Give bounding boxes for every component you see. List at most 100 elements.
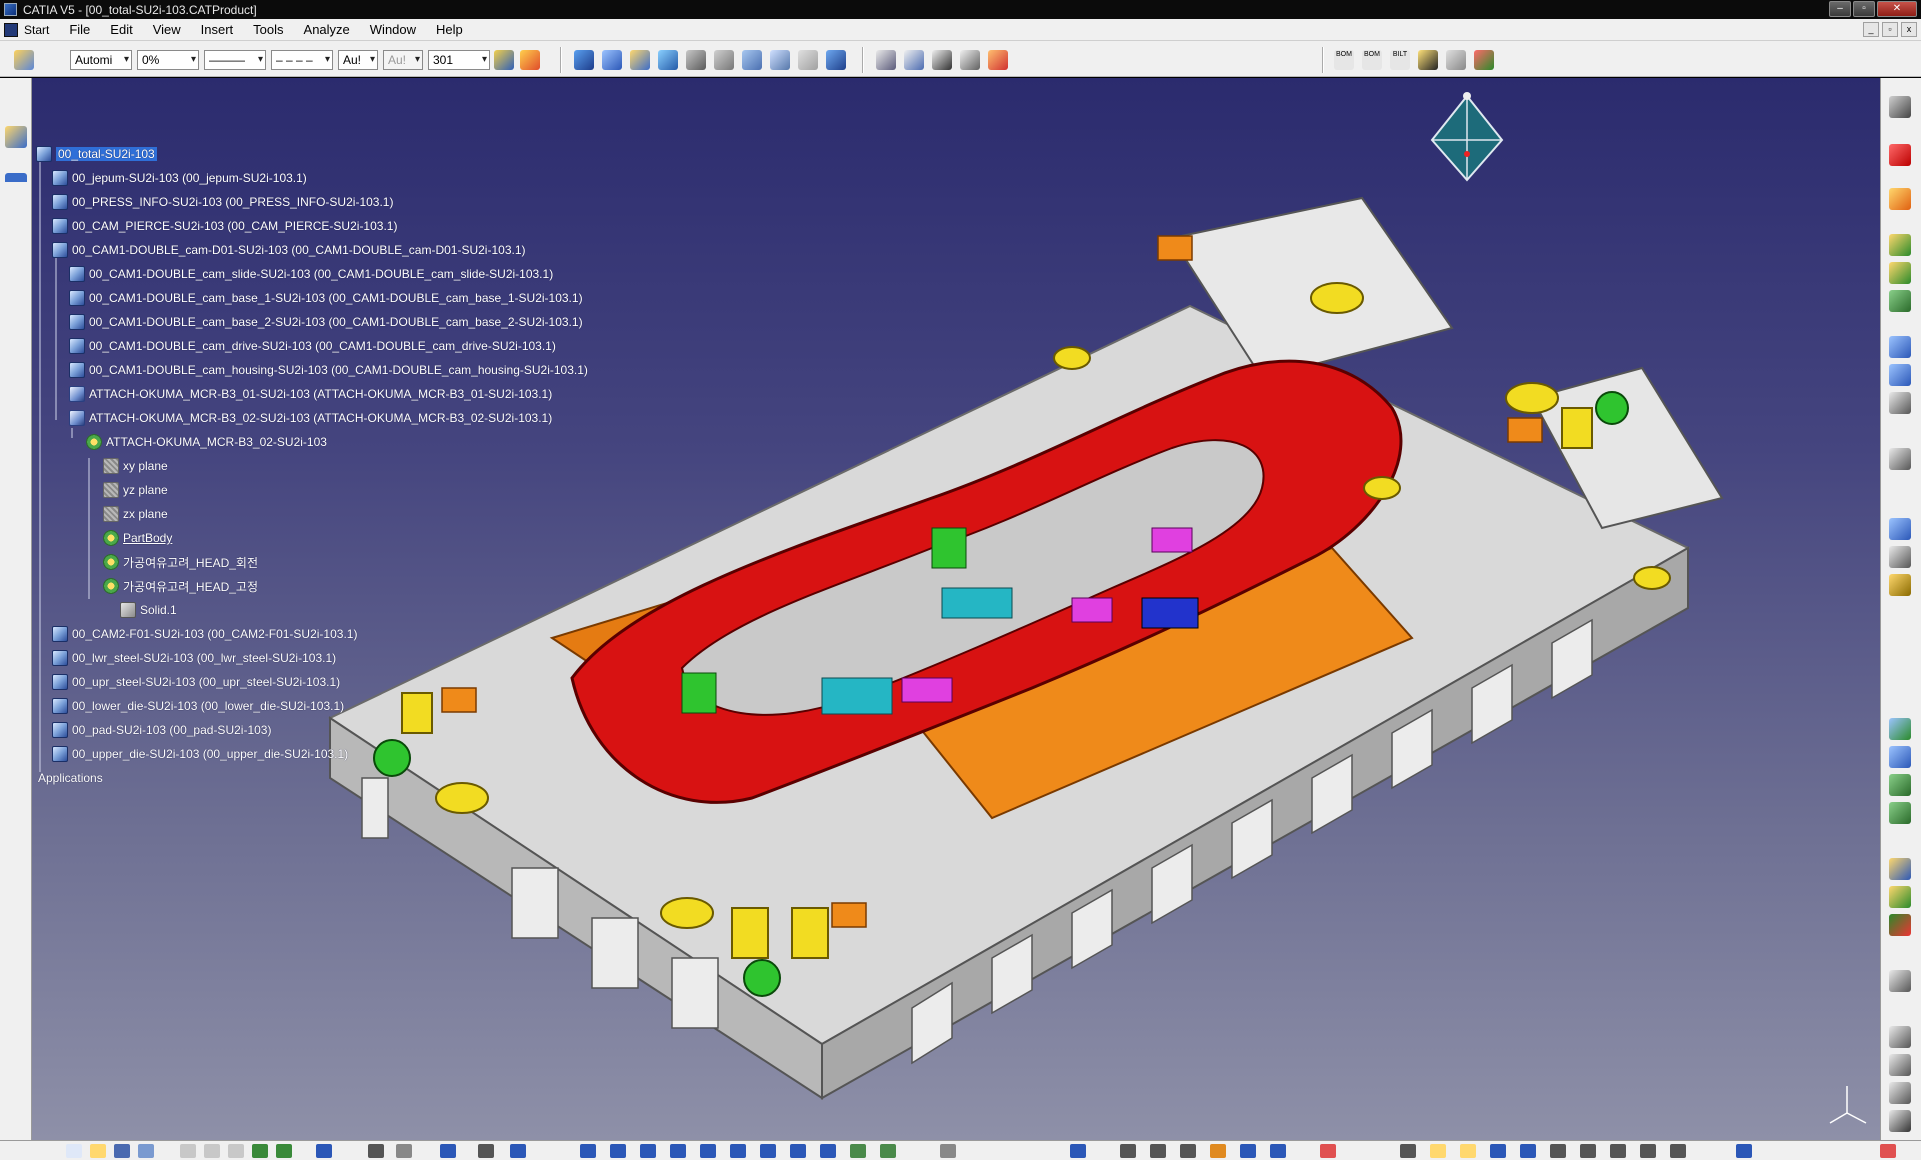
swap-space-icon[interactable] xyxy=(880,1144,896,1158)
menu-view[interactable]: View xyxy=(143,19,191,40)
tree-node[interactable]: 가공여유고려_HEAD_고정 xyxy=(103,576,258,596)
generate-numbering-icon[interactable] xyxy=(742,50,762,70)
clash-check-icon[interactable] xyxy=(1580,1144,1596,1158)
scene-icon[interactable] xyxy=(1889,774,1911,796)
pattern-icon[interactable] xyxy=(1889,970,1911,992)
menu-tools[interactable]: Tools xyxy=(243,19,293,40)
link-icon[interactable] xyxy=(510,1144,526,1158)
sphere-icon[interactable] xyxy=(1889,914,1911,936)
rotate-icon[interactable] xyxy=(670,1144,686,1158)
menu-edit[interactable]: Edit xyxy=(100,19,142,40)
minimize-button[interactable]: – xyxy=(1829,1,1851,17)
new-icon[interactable] xyxy=(66,1144,82,1158)
gear-icon[interactable] xyxy=(1889,96,1911,118)
zoom-in-icon[interactable] xyxy=(700,1144,716,1158)
clash-icon[interactable] xyxy=(960,50,980,70)
material-icon[interactable] xyxy=(1150,1144,1166,1158)
copy-icon[interactable] xyxy=(204,1144,220,1158)
knowledge-icon[interactable] xyxy=(396,1144,412,1158)
menu-file[interactable]: File xyxy=(59,19,100,40)
render-icon[interactable] xyxy=(1120,1144,1136,1158)
grid-icon[interactable] xyxy=(1446,50,1466,70)
flag-note-icon[interactable] xyxy=(932,50,952,70)
save-icon[interactable] xyxy=(1418,50,1438,70)
dash-select[interactable]: – – – – xyxy=(271,50,333,70)
tree-node[interactable]: 00_CAM1-DOUBLE_cam-D01-SU2i-103 (00_CAM1… xyxy=(52,240,526,260)
scale-icon[interactable] xyxy=(1889,1026,1911,1048)
doc-restore-button[interactable]: ▫ xyxy=(1882,22,1898,37)
catalog-icon[interactable] xyxy=(1889,718,1911,740)
transparency-select[interactable]: 0% xyxy=(137,50,199,70)
graph-tree-icon[interactable] xyxy=(714,50,734,70)
track-icon[interactable] xyxy=(1460,1144,1476,1158)
kinematics-icon[interactable] xyxy=(1400,1144,1416,1158)
macro-icon[interactable] xyxy=(1474,50,1494,70)
brush-icon[interactable] xyxy=(520,50,540,70)
tree-node[interactable]: 00_lower_die-SU2i-103 (00_lower_die-SU2i… xyxy=(52,696,344,716)
fix-icon[interactable] xyxy=(1889,262,1911,284)
new-product-icon[interactable] xyxy=(602,50,622,70)
layer-select[interactable]: Automi xyxy=(70,50,132,70)
applications-node[interactable]: Applications xyxy=(38,768,103,788)
replace-component-icon[interactable] xyxy=(686,50,706,70)
paint-icon[interactable] xyxy=(494,50,514,70)
simulate-icon[interactable] xyxy=(1430,1144,1446,1158)
menu-help[interactable]: Help xyxy=(426,19,473,40)
pan-icon[interactable] xyxy=(640,1144,656,1158)
publication-icon[interactable] xyxy=(1889,802,1911,824)
select-arrow-icon[interactable] xyxy=(1889,188,1911,210)
constraint-icon[interactable] xyxy=(1889,234,1911,256)
tree-node[interactable]: ATTACH-OKUMA_MCR-B3_01-SU2i-103 (ATTACH-… xyxy=(69,384,552,404)
tree-node[interactable]: zx plane xyxy=(103,504,168,524)
split-icon[interactable] xyxy=(5,173,27,195)
tree-node[interactable]: 00_jepum-SU2i-103 (00_jepum-SU2i-103.1) xyxy=(52,168,307,188)
turntable-icon[interactable] xyxy=(1270,1144,1286,1158)
open-icon[interactable] xyxy=(90,1144,106,1158)
update-icon[interactable] xyxy=(1889,448,1911,470)
manipulate-icon[interactable] xyxy=(1889,336,1911,358)
measure-item-icon[interactable] xyxy=(1889,546,1911,568)
selective-load-icon[interactable] xyxy=(770,50,790,70)
tree-node[interactable]: 00_CAM1-DOUBLE_cam_slide-SU2i-103 (00_CA… xyxy=(69,264,553,284)
sweep-icon[interactable] xyxy=(1889,1054,1911,1076)
formula-icon[interactable] xyxy=(368,1144,384,1158)
existing-component-icon[interactable] xyxy=(658,50,678,70)
tree-node[interactable]: 00_CAM2-F01-SU2i-103 (00_CAM2-F01-SU2i-1… xyxy=(52,624,357,644)
tree-root[interactable]: 00_total-SU2i-103 xyxy=(36,144,157,164)
manage-representations-icon[interactable] xyxy=(798,50,818,70)
tree-node[interactable]: 00_upr_steel-SU2i-103 (00_upr_steel-SU2i… xyxy=(52,672,340,692)
weld-icon[interactable] xyxy=(1889,858,1911,880)
tree-node[interactable]: Solid.1 xyxy=(120,600,177,620)
hide-show-icon[interactable] xyxy=(850,1144,866,1158)
paste-icon[interactable] xyxy=(228,1144,244,1158)
compass-icon[interactable] xyxy=(1422,88,1512,198)
close-button[interactable]: ✕ xyxy=(1877,1,1917,17)
grid-toggle-icon[interactable] xyxy=(1320,1144,1336,1158)
menu-insert[interactable]: Insert xyxy=(191,19,244,40)
multi-instantiation-icon[interactable] xyxy=(826,50,846,70)
insert-component-icon[interactable] xyxy=(574,50,594,70)
zoom-out-icon[interactable] xyxy=(730,1144,746,1158)
pdf-icon[interactable] xyxy=(1889,144,1911,166)
menu-window[interactable]: Window xyxy=(360,19,426,40)
help-icon[interactable] xyxy=(316,1144,332,1158)
spiral-icon[interactable] xyxy=(1889,1082,1911,1104)
measure-icon[interactable] xyxy=(876,50,896,70)
new-part-icon[interactable] xyxy=(630,50,650,70)
sequence-icon[interactable] xyxy=(1550,1144,1566,1158)
camera-icon[interactable] xyxy=(1889,1110,1911,1132)
tree-node[interactable]: 00_CAM1-DOUBLE_cam_base_1-SU2i-103 (00_C… xyxy=(69,288,583,308)
doc-close-button[interactable]: x xyxy=(1901,22,1917,37)
bom-button[interactable]: BOM xyxy=(1334,50,1354,70)
tree-node[interactable]: ATTACH-OKUMA_MCR-B3_02-SU2i-103 (ATTACH-… xyxy=(69,408,552,428)
band-icon[interactable] xyxy=(1640,1144,1656,1158)
distance-icon[interactable] xyxy=(1610,1144,1626,1158)
measure-inertia-icon[interactable] xyxy=(1889,574,1911,596)
cut-icon[interactable] xyxy=(180,1144,196,1158)
menu-analyze[interactable]: Analyze xyxy=(294,19,360,40)
law-icon[interactable] xyxy=(478,1144,494,1158)
section-cut-icon[interactable] xyxy=(1670,1144,1686,1158)
tree-node[interactable]: 00_lwr_steel-SU2i-103 (00_lwr_steel-SU2i… xyxy=(52,648,336,668)
snap-icon[interactable] xyxy=(1889,364,1911,386)
tree-node[interactable]: ATTACH-OKUMA_MCR-B3_02-SU2i-103 xyxy=(86,432,327,452)
